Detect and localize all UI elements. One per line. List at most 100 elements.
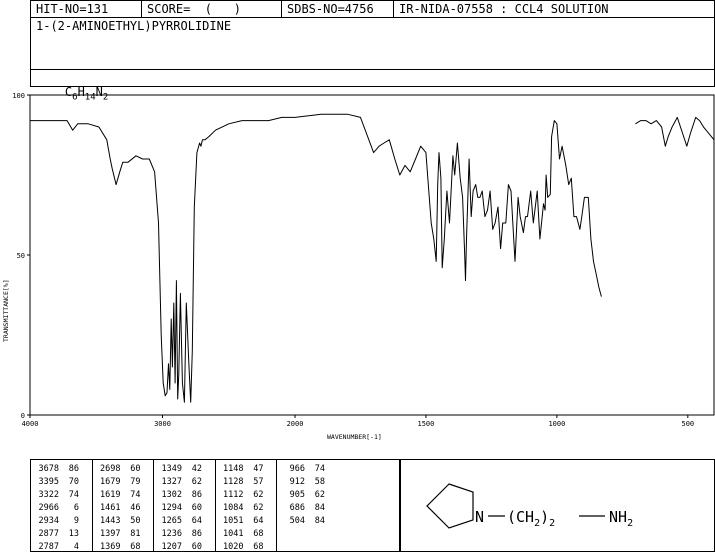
chain-group: (CH [507,508,534,526]
peak-row: 1207 60 [154,541,215,554]
peak-transmittance: 64 [253,516,264,526]
peak-wavenumber: 1294 [161,503,182,513]
peak-wavenumber: 1112 [223,490,244,500]
peak-wavenumber: 2877 [38,529,59,539]
compound-name-box: 1-(2-AMINOETHYL)PYRROLIDINE [30,17,715,70]
peak-row: 1112 62 [216,489,277,502]
x-tick-label: 2000 [287,420,304,428]
peak-transmittance: 74 [130,490,141,500]
x-tick-label: 4000 [22,420,39,428]
peak-wavenumber: 1041 [223,529,244,539]
pyrrolidine-ring [426,483,474,529]
y-tick-label: 0 [21,412,25,420]
formula-box: C6H14N2 [30,69,715,102]
peak-row: 1148 47 [216,463,277,476]
amine-group: NH2 [609,508,633,529]
peak-transmittance: 84 [314,503,325,513]
peak-wavenumber: 2934 [38,516,59,526]
peak-row: 1302 86 [154,489,215,502]
peak-wavenumber: 1369 [100,542,121,552]
nitrogen-atom: N [475,508,484,526]
chain-repeat: 2 [549,518,555,529]
ir-info: IR-NIDA-07558 : CCL4 SOLUTION [399,2,609,16]
peak-row: 905 62 [277,489,339,502]
peak-wavenumber: 2698 [100,464,121,474]
peak-table: 3678 86 3395 70 3322 74 2966 6 2934 9 2877 13 2787 4 2… [30,459,400,552]
peak-row: 1236 86 [154,528,215,541]
peak-row: 2698 60 [93,463,154,476]
peak-wavenumber: 1397 [100,529,121,539]
axis-ticks: 4000 3000 2000 1500 1000 500100500 [12,92,694,428]
peak-wavenumber: 1302 [161,490,182,500]
peak-row: 1369 68 [93,541,154,554]
peak-wavenumber: 504 [289,516,305,526]
peak-row: 3678 86 [31,463,92,476]
peak-row: 1619 74 [93,489,154,502]
peak-row: 2787 4 [31,541,92,554]
peak-transmittance: 50 [130,516,141,526]
hit-number: HIT-NO=131 [36,2,109,16]
x-tick-label: 1500 [418,420,435,428]
peak-wavenumber: 3678 [38,464,59,474]
peak-row: 1327 62 [154,476,215,489]
peak-wavenumber: 905 [289,490,305,500]
y-tick-label: 50 [17,252,25,260]
peak-row: 1020 68 [216,541,277,554]
peak-row: 966 74 [277,463,339,476]
peak-columns: 3678 86 3395 70 3322 74 2966 6 2934 9 2877 13 2787 4 2… [31,460,399,554]
y-axis-label: TRANSMITTANCE[%] [2,279,10,342]
peak-transmittance: 6 [73,503,79,513]
peak-row: 2877 13 [31,528,92,541]
peak-row: 1461 46 [93,502,154,515]
peak-transmittance: 68 [253,542,264,552]
peak-wavenumber: 1148 [223,464,244,474]
peak-row: 1084 62 [216,502,277,515]
peak-transmittance: 57 [253,477,264,487]
peak-transmittance: 86 [191,529,202,539]
peak-wavenumber: 686 [289,503,305,513]
peak-transmittance: 9 [73,516,79,526]
ir-spectrum-chart: 4000 3000 2000 1500 1000 500100500 TRANSMITTA… [2,92,715,441]
peak-transmittance: 68 [130,542,141,552]
peak-wavenumber: 1236 [161,529,182,539]
peak-row: 1294 60 [154,502,215,515]
peak-column: 1349 42 1327 62 1302 86 1294 60 1265 64 1236 86 1207… [154,460,216,554]
peak-wavenumber: 1051 [223,516,244,526]
peak-transmittance: 4 [73,542,79,552]
peak-wavenumber: 2787 [38,542,59,552]
peak-wavenumber: 1128 [223,477,244,487]
plot-frame [29,94,715,416]
peak-wavenumber: 3395 [38,477,59,487]
peak-wavenumber: 912 [289,477,305,487]
peak-transmittance: 60 [130,464,141,474]
peak-wavenumber: 966 [289,464,305,474]
peak-row: 1265 64 [154,515,215,528]
peak-transmittance: 70 [68,477,79,487]
peak-transmittance: 60 [191,542,202,552]
peak-transmittance: 86 [68,464,79,474]
peak-wavenumber: 1084 [223,503,244,513]
peak-transmittance: 42 [191,464,202,474]
peak-transmittance: 62 [191,477,202,487]
peak-row: 3395 70 [31,476,92,489]
peak-wavenumber: 1327 [161,477,182,487]
peak-row: 1443 50 [93,515,154,528]
peak-row: 504 84 [277,515,339,528]
peak-transmittance: 74 [314,464,325,474]
peak-row: 1679 79 [93,476,154,489]
peak-column: 3678 86 3395 70 3322 74 2966 6 2934 9 2877 13 2787 4 [31,460,93,554]
x-axis-label: WAVENUMBER[-1] [327,433,382,441]
peak-transmittance: 58 [314,477,325,487]
peak-row: 1051 64 [216,515,277,528]
spectrum-series [30,113,715,403]
peak-transmittance: 86 [191,490,202,500]
peak-row: 3322 74 [31,489,92,502]
peak-row: 912 58 [277,476,339,489]
peak-transmittance: 68 [253,529,264,539]
peak-wavenumber: 1349 [161,464,182,474]
peak-wavenumber: 1443 [100,516,121,526]
peak-transmittance: 47 [253,464,264,474]
peak-wavenumber: 1461 [100,503,121,513]
peak-column: 2698 60 1679 79 1619 74 1461 46 1443 50 1397 81 1369… [93,460,154,554]
peak-wavenumber: 1619 [100,490,121,500]
